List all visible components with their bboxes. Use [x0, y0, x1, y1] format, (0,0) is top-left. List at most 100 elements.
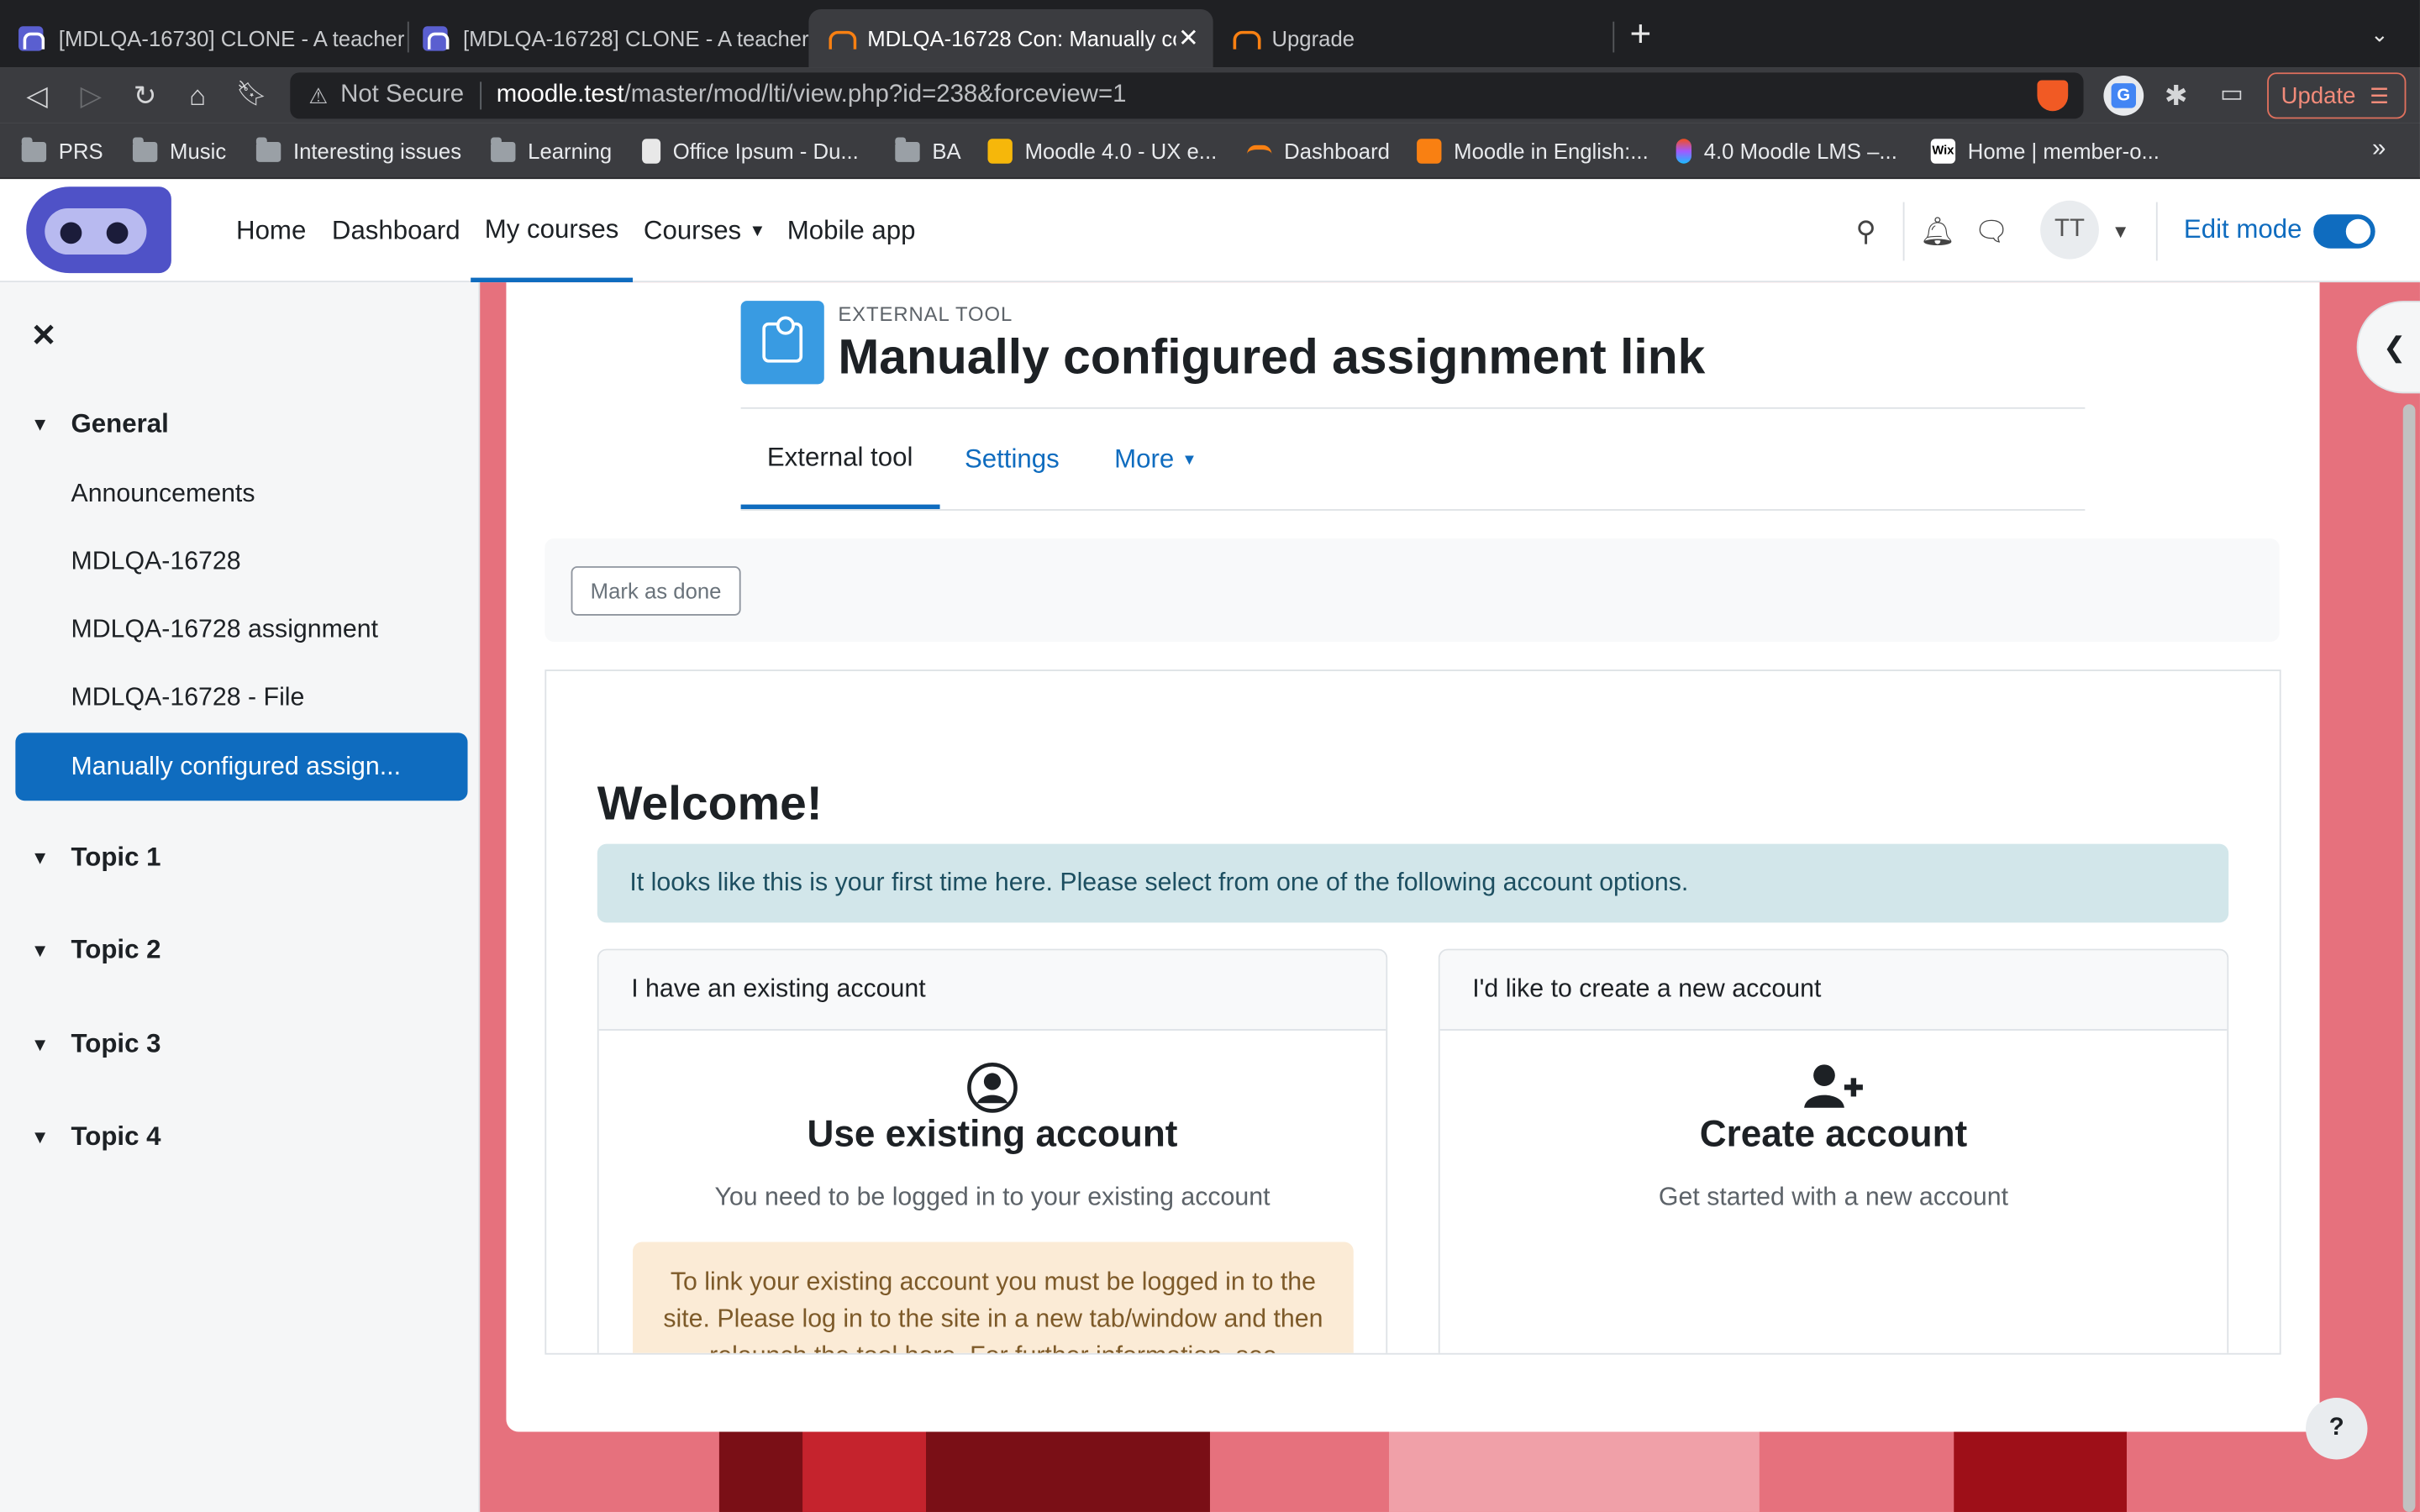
moodle-favicon-icon — [18, 26, 45, 51]
existing-account-card: I have an existing account Use existing … — [597, 948, 1388, 1353]
bookmark-icon[interactable]: 🔖︎ — [233, 77, 270, 114]
activity-link[interactable]: MDLQA-16728 assignment — [71, 616, 378, 645]
tab-title: MDLQA-16728 Con: Manually co — [867, 26, 1176, 51]
bookmark-item[interactable]: Office Ipsum - Du... — [642, 137, 859, 165]
forward-icon[interactable]: ▷ — [72, 77, 109, 114]
bookmark-item[interactable]: Moodle in English:... — [1417, 137, 1649, 165]
tab-title: [MDLQA-16730] CLONE - A teacher — [58, 26, 405, 51]
section-title: Topic 2 — [71, 935, 161, 964]
mark-as-done-button[interactable]: Mark as done — [571, 566, 741, 616]
tab-external-tool[interactable]: External tool — [740, 411, 939, 510]
folder-icon — [895, 136, 920, 161]
bookmark-label: Learning — [528, 139, 613, 164]
edit-mode-toggle[interactable] — [2313, 214, 2375, 249]
home-icon[interactable]: ⌂ — [179, 77, 216, 114]
scrollbar[interactable] — [2402, 404, 2416, 1512]
back-icon[interactable]: ◁ — [18, 77, 55, 114]
bookmark-item[interactable]: Moodle 4.0 - UX e... — [987, 137, 1217, 165]
bookmark-label: Home | member-o... — [1967, 139, 2160, 164]
use-existing-account-link[interactable]: Use existing account — [599, 1114, 1386, 1157]
tab-title: Upgrade — [1271, 26, 1355, 51]
section-topic-2[interactable]: ▼ Topic 2 — [31, 935, 161, 966]
moodle-favicon-icon — [1232, 26, 1261, 50]
create-account-link[interactable]: Create account — [1440, 1114, 2228, 1157]
bookmark-item[interactable]: BA — [895, 136, 961, 165]
background-art — [1954, 1431, 2127, 1512]
card-header: I'd like to create a new account — [1439, 950, 2228, 1031]
new-account-card: I'd like to create a new account Create … — [1438, 948, 2229, 1353]
background-art — [1389, 1431, 1760, 1512]
bookmark-item[interactable]: Music — [132, 136, 226, 165]
activity-link-current[interactable]: Manually configured assign... — [15, 732, 468, 801]
chevron-down-icon: ▼ — [30, 939, 50, 962]
tab-title: [MDLQA-16728] CLONE - A teacher — [463, 26, 809, 51]
message-icon[interactable]: 🗨︎ — [1974, 214, 2009, 248]
bookmark-item[interactable]: Interesting issues — [255, 136, 462, 165]
new-tab-icon[interactable]: + — [1630, 16, 1652, 54]
page-icon — [642, 139, 661, 164]
section-title: Topic 1 — [71, 842, 161, 872]
divider — [740, 509, 2086, 511]
search-icon[interactable]: ⚲ — [1849, 214, 1882, 248]
nav-my-courses[interactable]: My courses — [471, 181, 633, 283]
update-button[interactable]: Update ☰ — [2267, 72, 2407, 119]
activity-link[interactable]: MDLQA-16728 — [71, 548, 240, 577]
section-title: General — [71, 408, 169, 438]
activity-link[interactable]: Announcements — [71, 480, 255, 509]
avatar[interactable]: TT — [2040, 200, 2099, 260]
bookmark-label: BA — [932, 139, 961, 164]
help-button[interactable]: ? — [2306, 1398, 2368, 1460]
bookmark-label: Moodle 4.0 - UX e... — [1024, 139, 1218, 164]
wix-icon: Wix — [1930, 139, 1956, 164]
divider — [1902, 202, 1905, 261]
edit-mode-label: Edit mode — [2183, 214, 2302, 244]
folder-icon — [21, 136, 47, 161]
close-drawer-icon[interactable]: ✕ — [31, 317, 57, 355]
bookmark-label: 4.0 Moodle LMS –... — [1703, 139, 1897, 164]
extensions-puzzle-icon[interactable]: ✱ — [2158, 77, 2195, 114]
address-bar[interactable]: ⚠ Not Secure moodle.test/master/mod/lti/… — [290, 72, 2084, 119]
url-host: moodle.test — [496, 81, 624, 108]
browser-tab[interactable]: [MDLQA-16730] CLONE - A teacher — [0, 13, 404, 65]
browser-tab-active[interactable]: MDLQA-16728 Con: Manually co ✕ — [808, 9, 1213, 68]
nav-dashboard[interactable]: Dashboard — [332, 181, 460, 282]
bookmark-item[interactable]: 4.0 Moodle LMS –... — [1676, 137, 1897, 165]
browser-toolbar: ◁ ▷ ↻ ⌂ 🔖︎ ⚠ Not Secure moodle.test/mast… — [0, 67, 2420, 123]
folder-icon — [255, 136, 281, 161]
translate-extension-icon[interactable]: G — [2103, 75, 2144, 116]
puzzle-icon — [740, 301, 824, 385]
bookmark-item[interactable]: Learning — [491, 136, 613, 165]
browser-tab[interactable]: [MDLQA-16728] CLONE - A teacher — [404, 13, 808, 65]
bookmark-item[interactable]: Dashboard — [1247, 137, 1390, 165]
wallet-icon[interactable]: ▭ — [2213, 77, 2250, 114]
bookmark-item[interactable]: Wix Home | member-o... — [1930, 137, 2160, 165]
browser-tab[interactable]: Upgrade — [1213, 13, 1612, 65]
bell-icon[interactable]: 🔔︎ — [1920, 214, 1955, 248]
nav-mobile-app[interactable]: Mobile app — [787, 181, 916, 282]
section-topic-1[interactable]: ▼ Topic 1 — [31, 843, 161, 874]
bookmark-label: Interesting issues — [292, 139, 462, 164]
folder-icon — [491, 136, 516, 161]
section-topic-4[interactable]: ▼ Topic 4 — [31, 1121, 161, 1152]
brave-shield-icon[interactable] — [2037, 80, 2069, 112]
more-bookmarks-icon[interactable]: » — [2372, 136, 2386, 164]
section-topic-3[interactable]: ▼ Topic 3 — [31, 1029, 161, 1060]
nav-courses[interactable]: Courses ▼ — [644, 181, 765, 282]
reload-icon[interactable]: ↻ — [127, 77, 164, 114]
nav-home[interactable]: Home — [236, 181, 306, 282]
close-tab-icon[interactable]: ✕ — [1176, 24, 1201, 55]
background-art — [802, 1431, 927, 1512]
welcome-heading: Welcome! — [597, 775, 823, 831]
moodle-favicon-icon — [827, 26, 857, 50]
tab-more[interactable]: More ▼ — [1114, 411, 1197, 510]
site-logo[interactable] — [26, 186, 171, 274]
bookmark-label: Moodle in English:... — [1454, 139, 1649, 164]
chevron-down-icon: ▼ — [749, 222, 766, 241]
section-general[interactable]: ▼ General — [31, 409, 169, 440]
bookmark-item[interactable]: PRS — [21, 136, 103, 165]
tab-settings[interactable]: Settings — [965, 411, 1060, 510]
tab-search-chevron-icon[interactable]: ⌄ — [2370, 22, 2389, 48]
activity-link[interactable]: MDLQA-16728 - File — [71, 684, 304, 713]
moodle-favicon-icon — [423, 26, 450, 51]
chevron-down-icon[interactable]: ▼ — [2103, 214, 2137, 248]
